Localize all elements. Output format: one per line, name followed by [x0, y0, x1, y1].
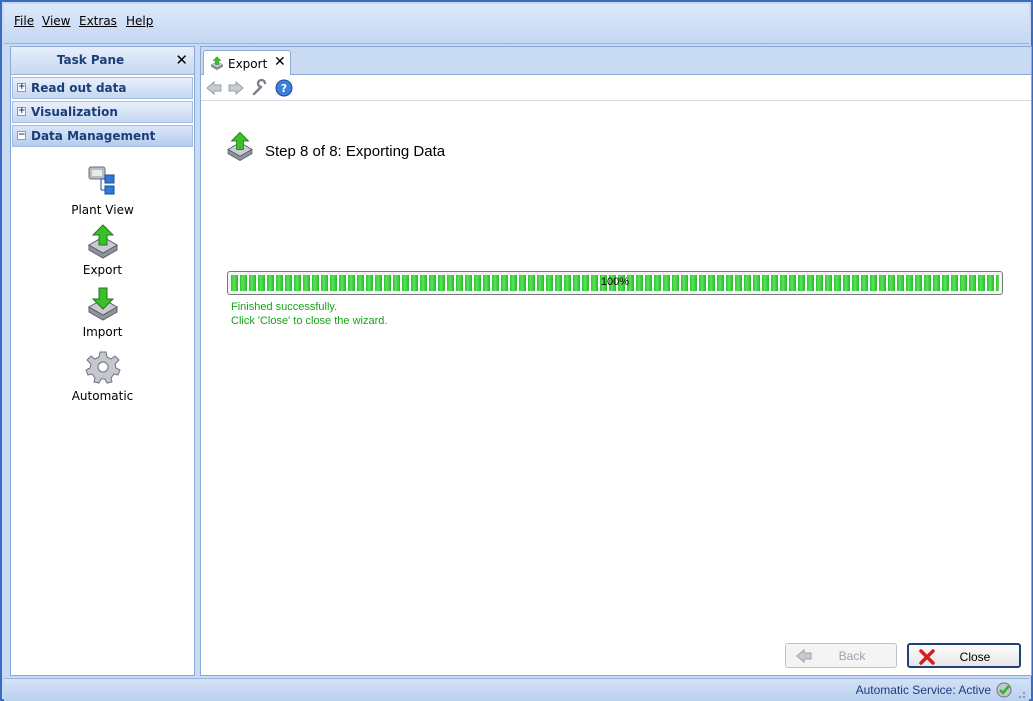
- nav-item-import[interactable]: Import: [11, 285, 194, 339]
- expand-icon[interactable]: +: [17, 107, 26, 116]
- section-read-out-data[interactable]: + Read out data: [12, 77, 193, 99]
- wizard-step-title: Step 8 of 8: Exporting Data: [265, 143, 446, 160]
- svg-text:?: ?: [281, 82, 287, 95]
- nav-item-label: Plant View: [71, 203, 134, 217]
- expand-icon[interactable]: +: [17, 83, 26, 92]
- nav-item-export[interactable]: Export: [11, 223, 194, 277]
- tab-export[interactable]: Export ✕: [203, 50, 291, 76]
- menu-bar: File View Extras Help: [4, 4, 1029, 44]
- menu-file[interactable]: File: [14, 14, 34, 28]
- back-button[interactable]: Back: [785, 643, 897, 668]
- section-visualization[interactable]: + Visualization: [12, 101, 193, 123]
- tab-label: Export: [228, 57, 268, 71]
- close-button-label: Close: [959, 650, 991, 664]
- back-button-label: Back: [838, 649, 866, 663]
- nav-item-plant-view[interactable]: Plant View: [11, 163, 194, 217]
- task-pane: Task Pane ✕ + Read out data + Visualizat…: [10, 46, 195, 676]
- section-label: Data Management: [31, 129, 156, 143]
- wrench-icon[interactable]: [251, 79, 269, 97]
- export-icon: [227, 131, 253, 161]
- close-button[interactable]: Close: [907, 643, 1021, 668]
- progress-label: 100%: [600, 276, 630, 288]
- export-icon: [87, 224, 118, 259]
- progress-bar: 100%: [227, 271, 1003, 295]
- plant-view-icon: [88, 166, 114, 195]
- tab-strip: Export ✕: [201, 47, 1031, 76]
- back-arrow-icon: [796, 648, 812, 664]
- export-icon: [210, 56, 224, 71]
- toolbar: ?: [201, 75, 1031, 101]
- menu-extras[interactable]: Extras: [79, 14, 117, 28]
- task-pane-header: Task Pane ✕: [11, 47, 194, 75]
- menu-view[interactable]: View: [42, 14, 70, 28]
- menu-help[interactable]: Help: [126, 14, 153, 28]
- forward-arrow-icon[interactable]: [227, 79, 245, 97]
- status-hint: Click 'Close' to close the wizard.: [231, 315, 388, 327]
- section-label: Visualization: [31, 105, 118, 119]
- back-arrow-icon[interactable]: [205, 79, 223, 97]
- status-message: Finished successfully.: [231, 301, 338, 313]
- gear-icon: [84, 351, 121, 384]
- nav-item-automatic[interactable]: Automatic: [11, 349, 194, 403]
- nav-item-label: Export: [82, 263, 123, 277]
- help-icon[interactable]: ?: [275, 79, 293, 97]
- nav-item-label: Automatic: [71, 389, 134, 403]
- resize-grip-icon[interactable]: [1016, 689, 1026, 699]
- application-window: File View Extras Help Task Pane ✕ + Read…: [0, 0, 1033, 701]
- close-icon[interactable]: ✕: [175, 51, 188, 69]
- status-bar: Automatic Service: Active: [4, 678, 1029, 701]
- nav-item-label: Import: [82, 325, 123, 339]
- close-x-icon: [919, 649, 935, 665]
- status-bar-text: Automatic Service: Active: [855, 683, 991, 697]
- document-area: Export ✕ ? Step 8 of 8: Exporting Data 1…: [200, 46, 1032, 676]
- close-icon[interactable]: ✕: [274, 54, 286, 70]
- task-pane-title: Task Pane: [56, 53, 125, 67]
- import-icon: [87, 287, 118, 321]
- section-data-management[interactable]: − Data Management: [12, 125, 193, 147]
- collapse-icon[interactable]: −: [17, 131, 26, 140]
- service-active-icon: [996, 682, 1012, 698]
- section-label: Read out data: [31, 81, 127, 95]
